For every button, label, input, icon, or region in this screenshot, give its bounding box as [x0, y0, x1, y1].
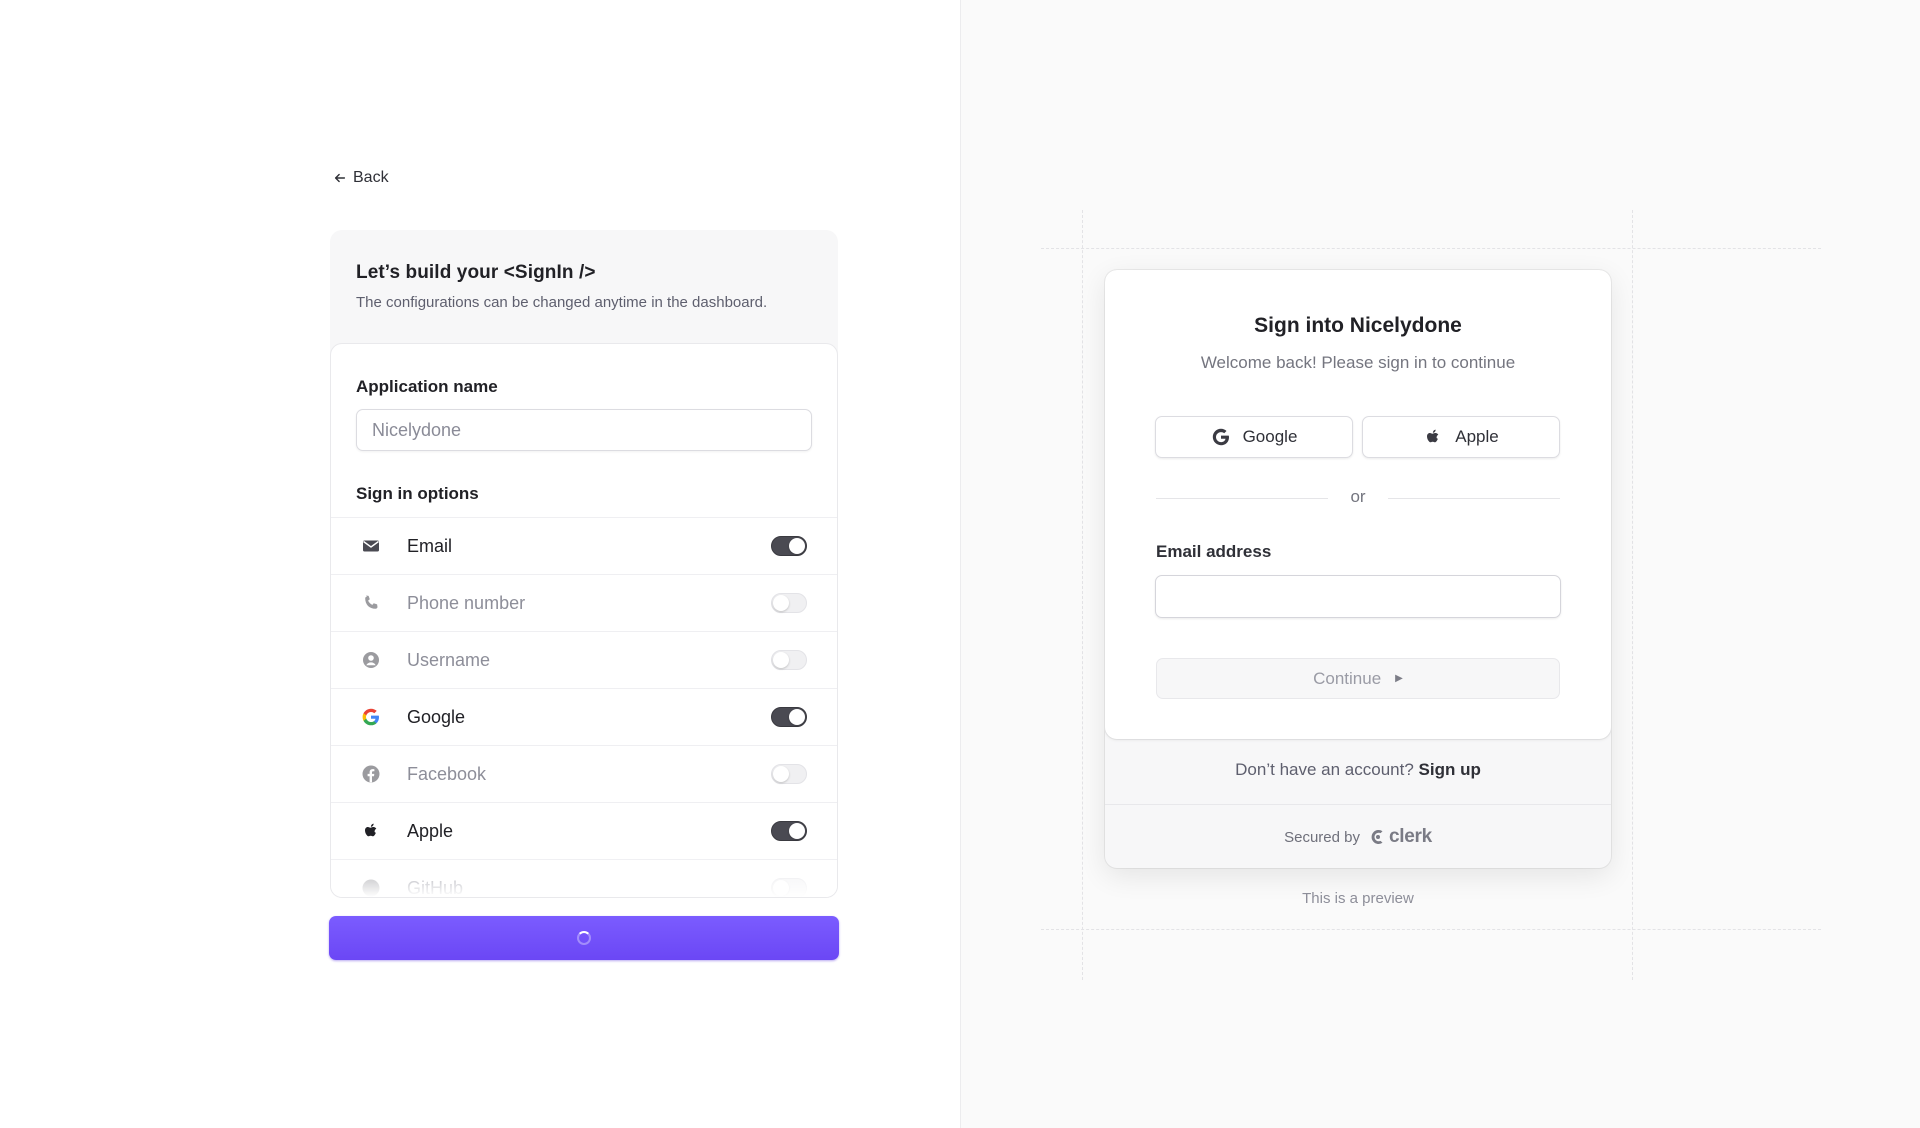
app-name-input[interactable]: Nicelydone [356, 409, 812, 451]
toggle-knob [773, 880, 789, 896]
guide-line [1082, 210, 1083, 980]
apple-signin-button[interactable]: Apple [1362, 416, 1560, 458]
toggle-knob [773, 652, 789, 668]
google-button-label: Google [1242, 427, 1298, 446]
apple-button-label: Apple [1455, 427, 1499, 446]
github-icon [361, 878, 381, 897]
sign-in-options-label: Sign in options [356, 484, 479, 503]
facebook-icon [361, 764, 381, 784]
option-toggle-facebook[interactable] [771, 764, 807, 784]
email-input[interactable] [1155, 575, 1561, 618]
signin-preview-card: Sign into Nicelydone Welcome back! Pleas… [1105, 270, 1611, 868]
google-icon [361, 707, 381, 727]
option-label: Email [407, 535, 453, 556]
option-label: Phone number [407, 592, 526, 613]
divider-line [1388, 498, 1560, 499]
continue-build-button[interactable] [329, 916, 839, 960]
clerk-logo-icon [1371, 830, 1383, 844]
toggle-knob [789, 823, 805, 839]
no-account-text: Don’t have an account? [1235, 760, 1414, 779]
clerk-brand-text: clerk [1389, 826, 1432, 847]
footer-divider [1105, 804, 1611, 805]
arrow-left-icon [334, 173, 346, 183]
option-toggle-username[interactable] [771, 650, 807, 670]
option-toggle-email[interactable] [771, 536, 807, 556]
secured-by-row: Secured by clerk [1105, 826, 1611, 848]
loading-spinner-icon [577, 931, 591, 945]
option-label: GitHub [407, 877, 464, 898]
mail-icon [361, 536, 381, 556]
option-toggle-google[interactable] [771, 707, 807, 727]
option-row-google[interactable]: Google [331, 688, 837, 745]
option-row-github[interactable]: GitHub [331, 859, 837, 898]
option-row-phone[interactable]: Phone number [331, 574, 837, 631]
phone-icon [361, 593, 381, 613]
divider-or: or [1350, 487, 1366, 506]
config-subtitle: The configurations can be changed anytim… [356, 294, 768, 311]
guide-line [1632, 210, 1633, 980]
preview-pane: Sign into Nicelydone Welcome back! Pleas… [960, 0, 1920, 1128]
toggle-knob [773, 595, 789, 611]
signup-row: Don’t have an account? Sign up [1105, 760, 1611, 780]
config-body: Application name Nicelydone Sign in opti… [330, 343, 838, 898]
apple-icon [361, 821, 381, 841]
caret-right-icon: ▶ [1395, 673, 1403, 684]
toggle-knob [773, 766, 789, 782]
option-toggle-phone[interactable] [771, 593, 807, 613]
google-icon [1212, 428, 1229, 446]
app-name-label: Application name [356, 377, 498, 396]
back-label: Back [353, 169, 389, 186]
signin-main: Sign into Nicelydone Welcome back! Pleas… [1105, 270, 1611, 739]
option-toggle-apple[interactable] [771, 821, 807, 841]
option-row-username[interactable]: Username [331, 631, 837, 688]
continue-button[interactable]: Continue ▶ [1156, 658, 1560, 699]
signin-title: Sign into Nicelydone [1254, 314, 1462, 337]
user-circle-icon [361, 650, 381, 670]
back-link[interactable]: Back [333, 169, 389, 187]
sign-in-options-list: Email Phone number Username Google Faceb… [331, 517, 837, 898]
sign-up-link[interactable]: Sign up [1419, 760, 1481, 779]
guide-line [1041, 248, 1821, 249]
option-toggle-github[interactable] [771, 878, 807, 897]
signin-subtitle: Welcome back! Please sign in to continue [1200, 353, 1516, 372]
config-card: Let’s build your <SignIn /> The configur… [330, 230, 838, 898]
secured-by-text: Secured by [1284, 828, 1360, 846]
option-label: Google [407, 706, 466, 727]
option-label: Facebook [407, 763, 487, 784]
option-row-apple[interactable]: Apple [331, 802, 837, 859]
option-label: Username [407, 649, 491, 670]
config-title: Let’s build your <SignIn /> [356, 262, 596, 283]
guide-line [1041, 929, 1821, 930]
clerk-logo: clerk [1370, 826, 1432, 848]
apple-icon [1427, 429, 1439, 443]
config-header: Let’s build your <SignIn /> The configur… [330, 230, 838, 343]
option-row-facebook[interactable]: Facebook [331, 745, 837, 802]
option-label: Apple [407, 820, 454, 841]
continue-label: Continue [1313, 668, 1382, 688]
option-row-email[interactable]: Email [331, 517, 837, 574]
google-signin-button[interactable]: Google [1155, 416, 1353, 458]
email-label: Email address [1156, 542, 1272, 561]
toggle-knob [789, 709, 805, 725]
builder-pane: Back Let’s build your <SignIn /> The con… [0, 0, 960, 1128]
preview-note: This is a preview [1302, 890, 1414, 907]
app-name-section: Application name Nicelydone [331, 344, 837, 451]
toggle-knob [789, 538, 805, 554]
